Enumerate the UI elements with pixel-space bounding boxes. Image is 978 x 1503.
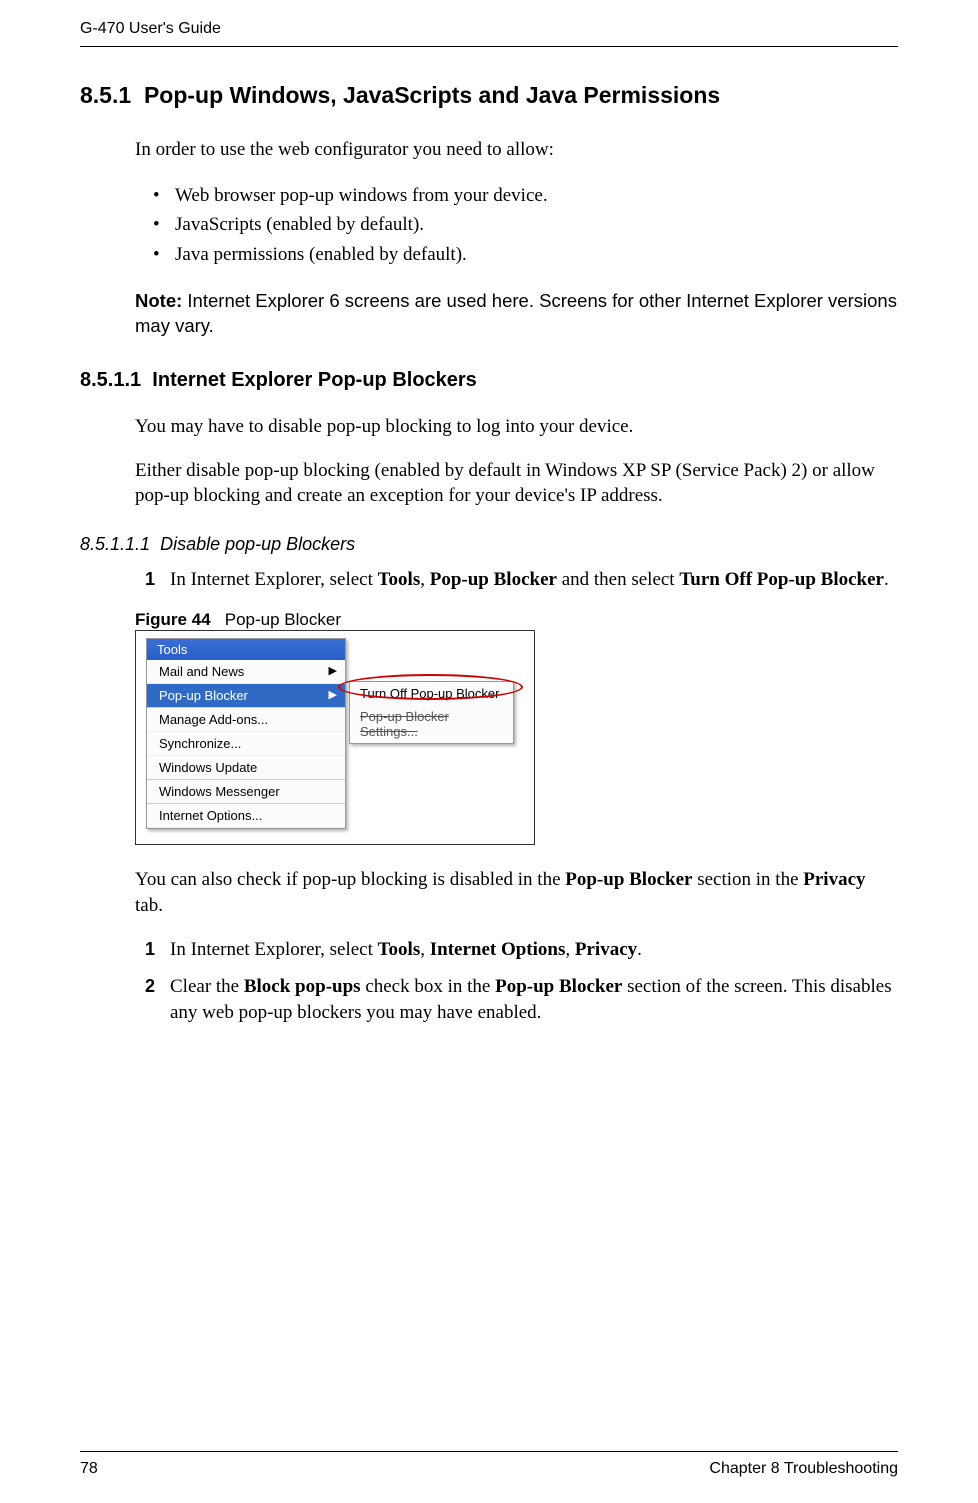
popup-blocker-submenu: Turn Off Pop-up Blocker Pop-up Blocker S… xyxy=(349,681,514,744)
step-text-part: , xyxy=(565,939,575,960)
submenu-arrow-icon: ▶ xyxy=(329,688,337,701)
intro-paragraph: In order to use the web configurator you… xyxy=(135,137,898,163)
menu-item-label: Mail and News xyxy=(159,664,244,679)
bullet-item: Java permissions (enabled by default). xyxy=(175,240,898,269)
step-text-part: In Internet Explorer, select xyxy=(170,939,378,960)
note-paragraph: Note: Internet Explorer 6 screens are us… xyxy=(135,289,898,339)
section-number: 8.5.1.1.1 xyxy=(80,534,150,554)
step-number: 2 xyxy=(145,974,155,998)
section-title: Pop-up Windows, JavaScripts and Java Per… xyxy=(144,82,720,108)
menu-item-internet-options[interactable]: Internet Options... xyxy=(147,804,345,828)
section-heading-level-3: 8.5.1.1.1 Disable pop-up Blockers xyxy=(80,534,898,555)
submenu-arrow-icon: ▶ xyxy=(329,664,337,677)
chapter-label: Chapter 8 Troubleshooting xyxy=(709,1460,898,1478)
header-title: G-470 User's Guide xyxy=(80,20,221,37)
submenu-item-settings[interactable]: Pop-up Blocker Settings... xyxy=(350,705,513,743)
submenu-item-turn-off[interactable]: Turn Off Pop-up Blocker xyxy=(350,682,513,705)
section-heading-level-1: 8.5.1 Pop-up Windows, JavaScripts and Ja… xyxy=(80,82,898,109)
step-bold: Turn Off Pop-up Blocker xyxy=(679,569,884,590)
menu-item-windows-update[interactable]: Windows Update xyxy=(147,756,345,780)
numbered-step: 2 Clear the Block pop-ups check box in t… xyxy=(170,974,898,1025)
step-bold: Tools xyxy=(378,569,421,590)
bold-text: Pop-up Blocker xyxy=(565,869,692,890)
body-paragraph: You may have to disable pop-up blocking … xyxy=(135,414,898,440)
section-heading-level-2: 8.5.1.1 Internet Explorer Pop-up Blocker… xyxy=(80,369,898,392)
numbered-step: 1 In Internet Explorer, select Tools, In… xyxy=(170,937,898,963)
step-number: 1 xyxy=(145,567,155,591)
text-part: You can also check if pop-up blocking is… xyxy=(135,869,565,890)
bullet-list: Web browser pop-up windows from your dev… xyxy=(175,181,898,269)
bold-text: Privacy xyxy=(803,869,865,890)
bullet-item: JavaScripts (enabled by default). xyxy=(175,210,898,239)
step-bold: Pop-up Blocker xyxy=(495,976,622,997)
menu-item-mail-news[interactable]: Mail and News ▶ xyxy=(147,660,345,684)
section-title: Internet Explorer Pop-up Blockers xyxy=(152,369,477,391)
section-number: 8.5.1.1 xyxy=(80,369,141,391)
numbered-list: 1 In Internet Explorer, select Tools, Po… xyxy=(170,567,898,593)
step-bold: Tools xyxy=(378,939,421,960)
note-label: Note: xyxy=(135,290,182,311)
step-bold: Internet Options xyxy=(430,939,566,960)
step-text-part: and then select xyxy=(557,569,679,590)
menu-item-label: Pop-up Blocker xyxy=(159,688,248,703)
figure-label: Figure 44 xyxy=(135,610,211,629)
page-content: 8.5.1 Pop-up Windows, JavaScripts and Ja… xyxy=(80,47,898,1026)
menu-item-synchronize[interactable]: Synchronize... xyxy=(147,732,345,756)
step-bold: Block pop-ups xyxy=(244,976,361,997)
text-part: tab. xyxy=(135,895,163,916)
figure-title: Pop-up Blocker xyxy=(225,610,341,629)
body-paragraph: Either disable pop-up blocking (enabled … xyxy=(135,458,898,509)
numbered-list: 1 In Internet Explorer, select Tools, In… xyxy=(170,937,898,1026)
section-title: Disable pop-up Blockers xyxy=(160,534,355,554)
page-footer: 78 Chapter 8 Troubleshooting xyxy=(80,1451,898,1478)
tools-menu: Tools Mail and News ▶ Pop-up Blocker ▶ M… xyxy=(146,638,346,829)
step-text-part: . xyxy=(637,939,642,960)
step-bold: Pop-up Blocker xyxy=(430,569,557,590)
section-number: 8.5.1 xyxy=(80,82,131,108)
page-header: G-470 User's Guide xyxy=(80,0,898,47)
numbered-step: 1 In Internet Explorer, select Tools, Po… xyxy=(170,567,898,593)
step-text-part: , xyxy=(420,939,430,960)
figure-caption: Figure 44 Pop-up Blocker xyxy=(135,610,898,630)
step-text-part: In Internet Explorer, select xyxy=(170,569,378,590)
step-number: 1 xyxy=(145,937,155,961)
step-text-part: , xyxy=(420,569,430,590)
menu-item-manage-addons[interactable]: Manage Add-ons... xyxy=(147,708,345,732)
page-number: 78 xyxy=(80,1460,98,1478)
body-paragraph: You can also check if pop-up blocking is… xyxy=(135,867,898,918)
step-bold: Privacy xyxy=(575,939,637,960)
menu-title: Tools xyxy=(147,639,345,660)
step-text-part: check box in the xyxy=(361,976,496,997)
menu-item-popup-blocker[interactable]: Pop-up Blocker ▶ xyxy=(147,684,345,708)
step-text-part: . xyxy=(884,569,889,590)
text-part: section in the xyxy=(692,869,803,890)
bullet-item: Web browser pop-up windows from your dev… xyxy=(175,181,898,210)
step-text-part: Clear the xyxy=(170,976,244,997)
note-text: Internet Explorer 6 screens are used her… xyxy=(135,290,897,336)
figure-screenshot: Tools Mail and News ▶ Pop-up Blocker ▶ M… xyxy=(135,630,535,845)
menu-item-windows-messenger[interactable]: Windows Messenger xyxy=(147,780,345,804)
